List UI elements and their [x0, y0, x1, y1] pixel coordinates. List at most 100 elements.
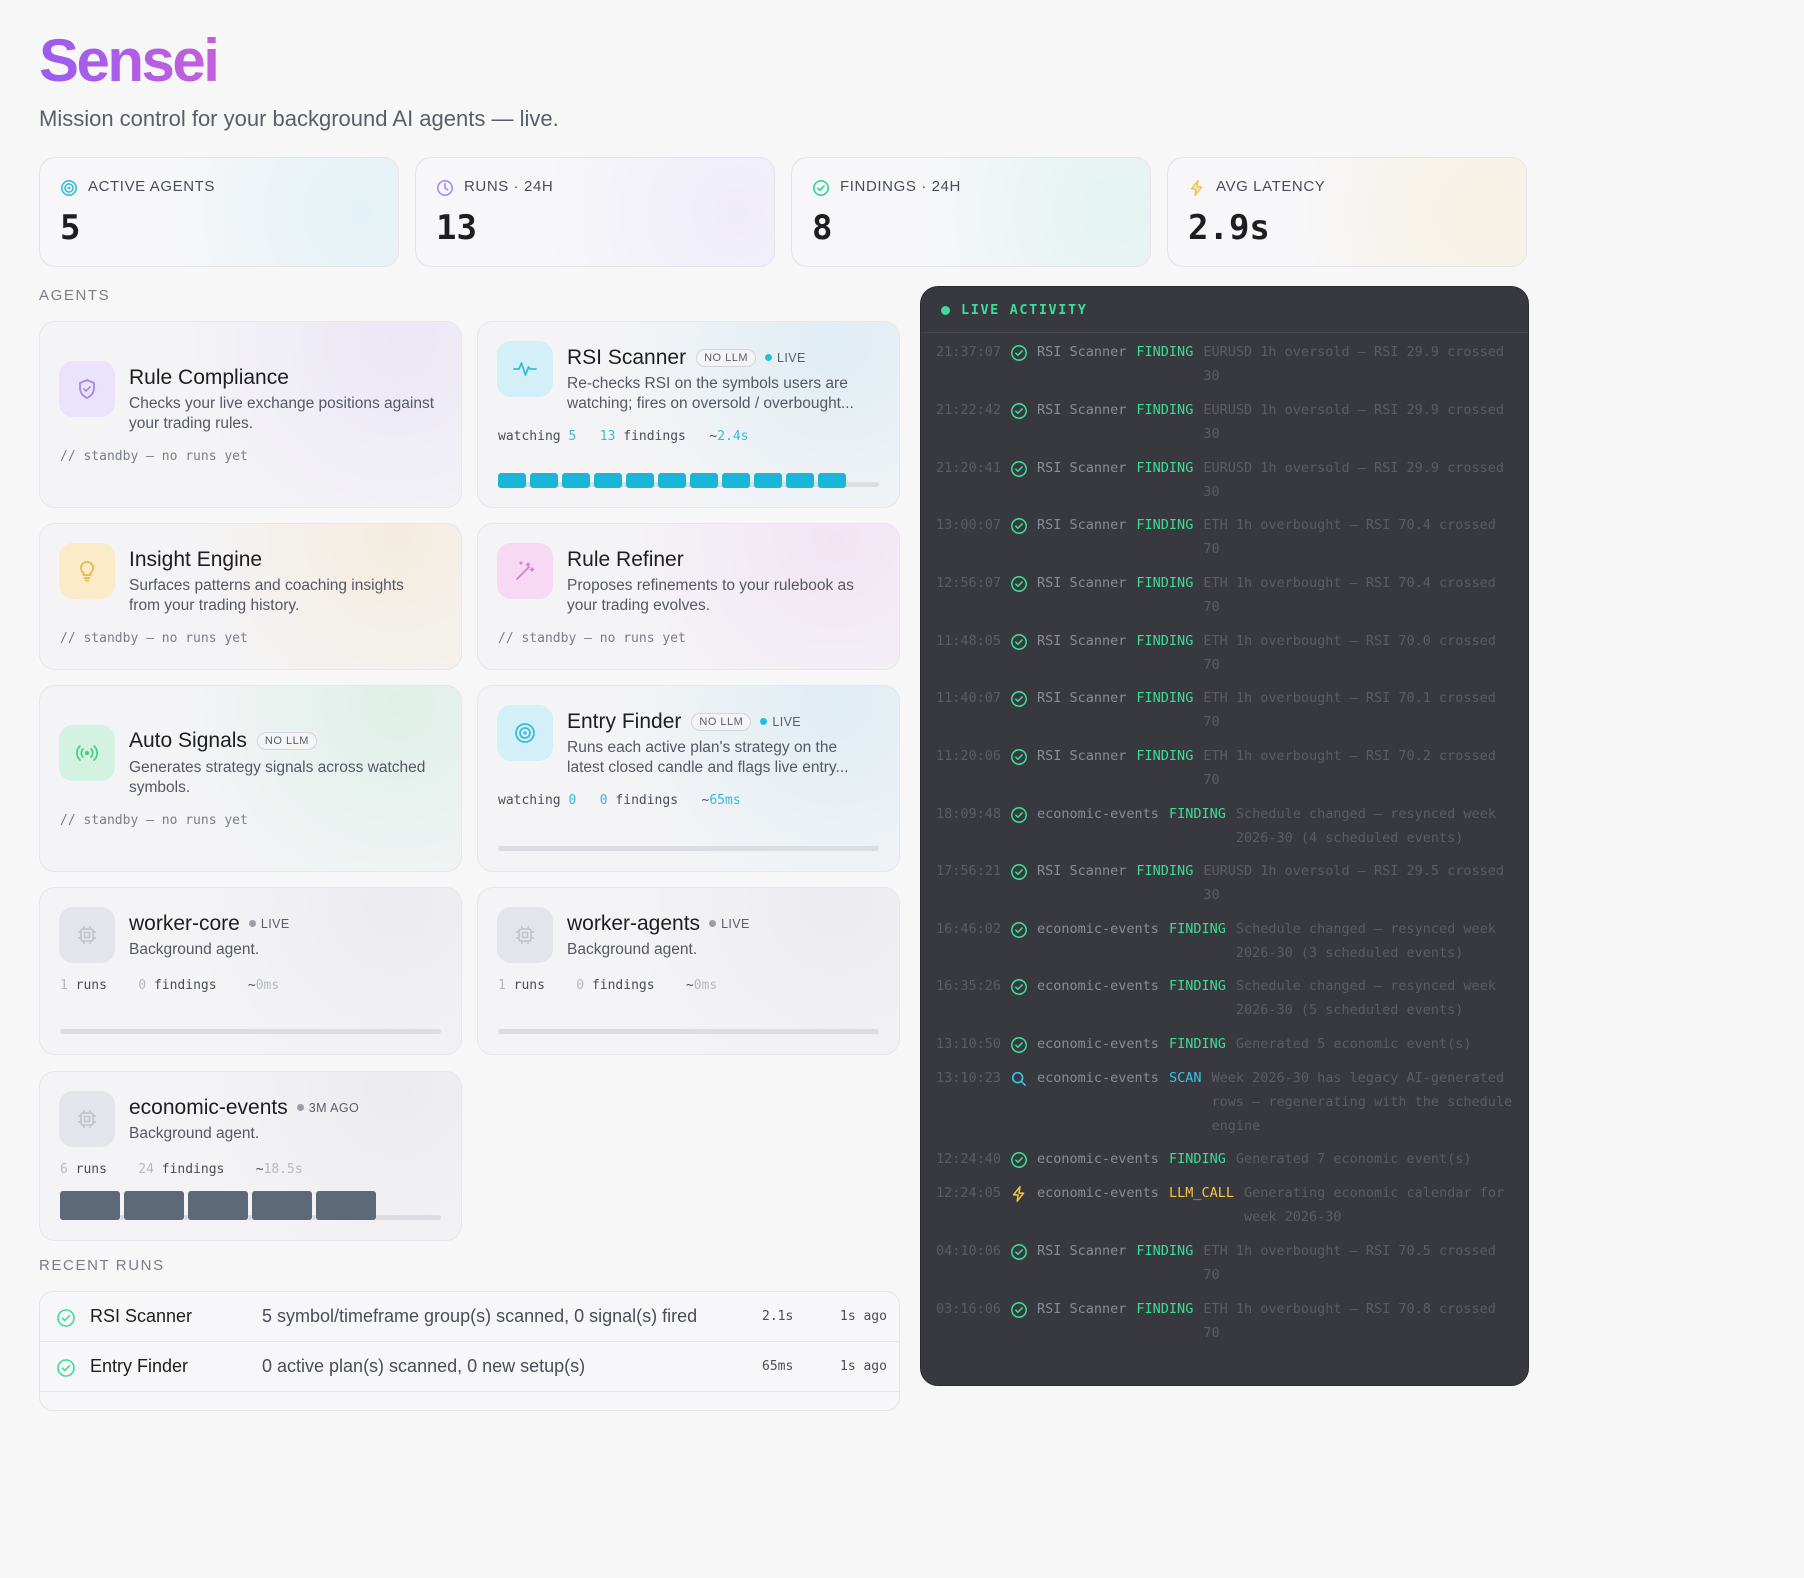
agent-card-worker-core[interactable]: worker-core LIVE Background agent. 1 runs… [39, 887, 462, 1055]
event-agent: RSI Scanner [1037, 344, 1127, 360]
broadcast-icon [59, 725, 115, 781]
agent-standby: // standby — no runs yet [60, 631, 248, 646]
check-circle-icon [1010, 344, 1028, 370]
check-circle-icon [1010, 1151, 1028, 1177]
event-type: FINDING [1136, 575, 1194, 591]
stat-value: 8 [812, 208, 833, 248]
stat-label: ACTIVE AGENTS [88, 178, 215, 195]
check-circle-icon [1010, 402, 1028, 428]
agent-description: Runs each active plan's strategy on the … [567, 739, 849, 776]
agent-card-auto-signals[interactable]: Auto Signals NO LLM Generates strategy si… [39, 685, 462, 872]
live-activity-header: LIVE ACTIVITY [921, 287, 1528, 333]
activity-track [498, 1029, 879, 1034]
findings-label: findings [623, 429, 686, 444]
agent-description: Checks your live exchange positions agai… [129, 395, 435, 432]
latency-value: 0ms [693, 978, 718, 993]
agent-card-economic-events[interactable]: economic-events 3M AGO Background agent. … [39, 1071, 462, 1241]
agent-card-insight-engine[interactable]: Insight Engine Surfaces patterns and coa… [39, 523, 462, 670]
findings-label: findings [153, 978, 217, 993]
run-summary: 5 symbol/timeframe group(s) scanned, 0 s… [262, 1306, 698, 1326]
activity-bars [498, 473, 846, 488]
latency-value: 0ms [255, 978, 280, 993]
event-agent: RSI Scanner [1037, 575, 1127, 591]
event-message: 2026-30 (5 scheduled events) [1235, 1002, 1464, 1018]
stat-value: 5 [60, 208, 81, 248]
magic-wand-icon [497, 543, 553, 599]
event-type: FINDING [1168, 978, 1226, 994]
event-message: 70 [1203, 714, 1220, 730]
run-ago: 1s ago [840, 1359, 887, 1374]
live-status: LIVE [760, 715, 801, 729]
run-row[interactable]: Entry Finder 0 active plan(s) scanned, 0… [40, 1342, 899, 1392]
status-label: LIVE [721, 917, 750, 932]
event-time: 21:22:42 [936, 402, 1002, 418]
agent-card-rule-refiner[interactable]: Rule Refiner Proposes refinements to you… [477, 523, 900, 670]
event-agent: economic-events [1037, 1185, 1159, 1201]
check-circle-icon [1010, 575, 1028, 601]
agent-card-worker-agents[interactable]: worker-agents LIVE Background agent. 1 ru… [477, 887, 900, 1055]
latency-value: 2.4s [717, 429, 749, 444]
event-message: ETH 1h overbought — RSI 70.8 crossed [1203, 1301, 1496, 1317]
run-agent: Entry Finder [90, 1356, 189, 1376]
live-status: LIVE [709, 917, 750, 931]
agent-name-row: Auto Signals NO LLM [129, 729, 317, 753]
event-message: 2026-30 (3 scheduled events) [1235, 945, 1464, 961]
no-llm-badge: NO LLM [696, 349, 757, 368]
check-circle-icon [1010, 517, 1028, 543]
agent-name-row: economic-events 3M AGO [129, 1096, 359, 1120]
app-title: Sensei [39, 27, 220, 94]
event-message: 30 [1203, 887, 1220, 903]
event-time: 12:24:40 [936, 1151, 1002, 1167]
agent-stats: 1 runs 0 findings ~0ms [60, 978, 280, 993]
live-status: LIVE [765, 351, 806, 365]
activity-bar [594, 473, 622, 488]
agent-card-rule-compliance[interactable]: Rule Compliance Checks your live exchang… [39, 321, 462, 508]
run-row[interactable]: RSI Scanner 5 symbol/timeframe group(s) … [40, 1292, 899, 1342]
activity-bar [562, 473, 590, 488]
event-type: FINDING [1136, 633, 1194, 649]
agent-name: Entry Finder [567, 710, 682, 733]
event-time: 11:20:06 [936, 748, 1002, 764]
event-message: ETH 1h overbought — RSI 70.4 crossed [1203, 517, 1496, 533]
activity-bar [658, 473, 686, 488]
check-circle-icon [1010, 460, 1028, 486]
event-time: 03:16:06 [936, 1301, 1002, 1317]
event-time: 13:00:07 [936, 517, 1002, 533]
agent-standby: // standby — no runs yet [60, 449, 248, 464]
activity-bar [188, 1191, 248, 1220]
event-message: ETH 1h overbought — RSI 70.4 crossed [1203, 575, 1496, 591]
event-agent: RSI Scanner [1037, 460, 1127, 476]
event-message: Schedule changed — resynced week [1235, 921, 1496, 937]
event-type: FINDING [1168, 806, 1226, 822]
watching-count: 5 [568, 429, 577, 444]
event-time: 21:37:07 [936, 344, 1002, 360]
check-circle-icon [1010, 806, 1028, 832]
live-activity-title: LIVE ACTIVITY [961, 302, 1088, 318]
agent-card-rsi-scanner[interactable]: RSI Scanner NO LLM LIVE Re-checks RSI on t… [477, 321, 900, 508]
event-type: FINDING [1136, 460, 1194, 476]
chip-icon [59, 907, 115, 963]
event-time: 21:20:41 [936, 460, 1002, 476]
agent-name: Rule Compliance [129, 366, 289, 389]
event-agent: economic-events [1037, 1070, 1159, 1086]
activity-bar [498, 473, 526, 488]
live-dot [941, 306, 950, 315]
activity-track [60, 1029, 441, 1034]
event-type: FINDING [1136, 1301, 1194, 1317]
event-agent: economic-events [1037, 1036, 1159, 1052]
no-llm-badge: NO LLM [256, 732, 317, 751]
event-type: LLM_CALL [1168, 1185, 1234, 1201]
check-circle-icon [812, 179, 830, 197]
stat-card-latency: AVG LATENCY 2.9s [1167, 157, 1527, 267]
runs-label: runs [513, 978, 545, 993]
stat-value: 2.9s [1188, 208, 1270, 248]
event-type: FINDING [1168, 1151, 1226, 1167]
findings-label: findings [161, 1162, 225, 1177]
agent-card-entry-finder[interactable]: Entry Finder NO LLM LIVE Runs each active … [477, 685, 900, 872]
agent-description: Proposes refinements to your rulebook as… [567, 577, 854, 614]
event-message: 70 [1203, 1325, 1220, 1341]
findings-count: 24 [138, 1162, 154, 1177]
lightbulb-icon [59, 543, 115, 599]
stat-label: AVG LATENCY [1216, 178, 1326, 195]
search-icon [1010, 1070, 1028, 1096]
